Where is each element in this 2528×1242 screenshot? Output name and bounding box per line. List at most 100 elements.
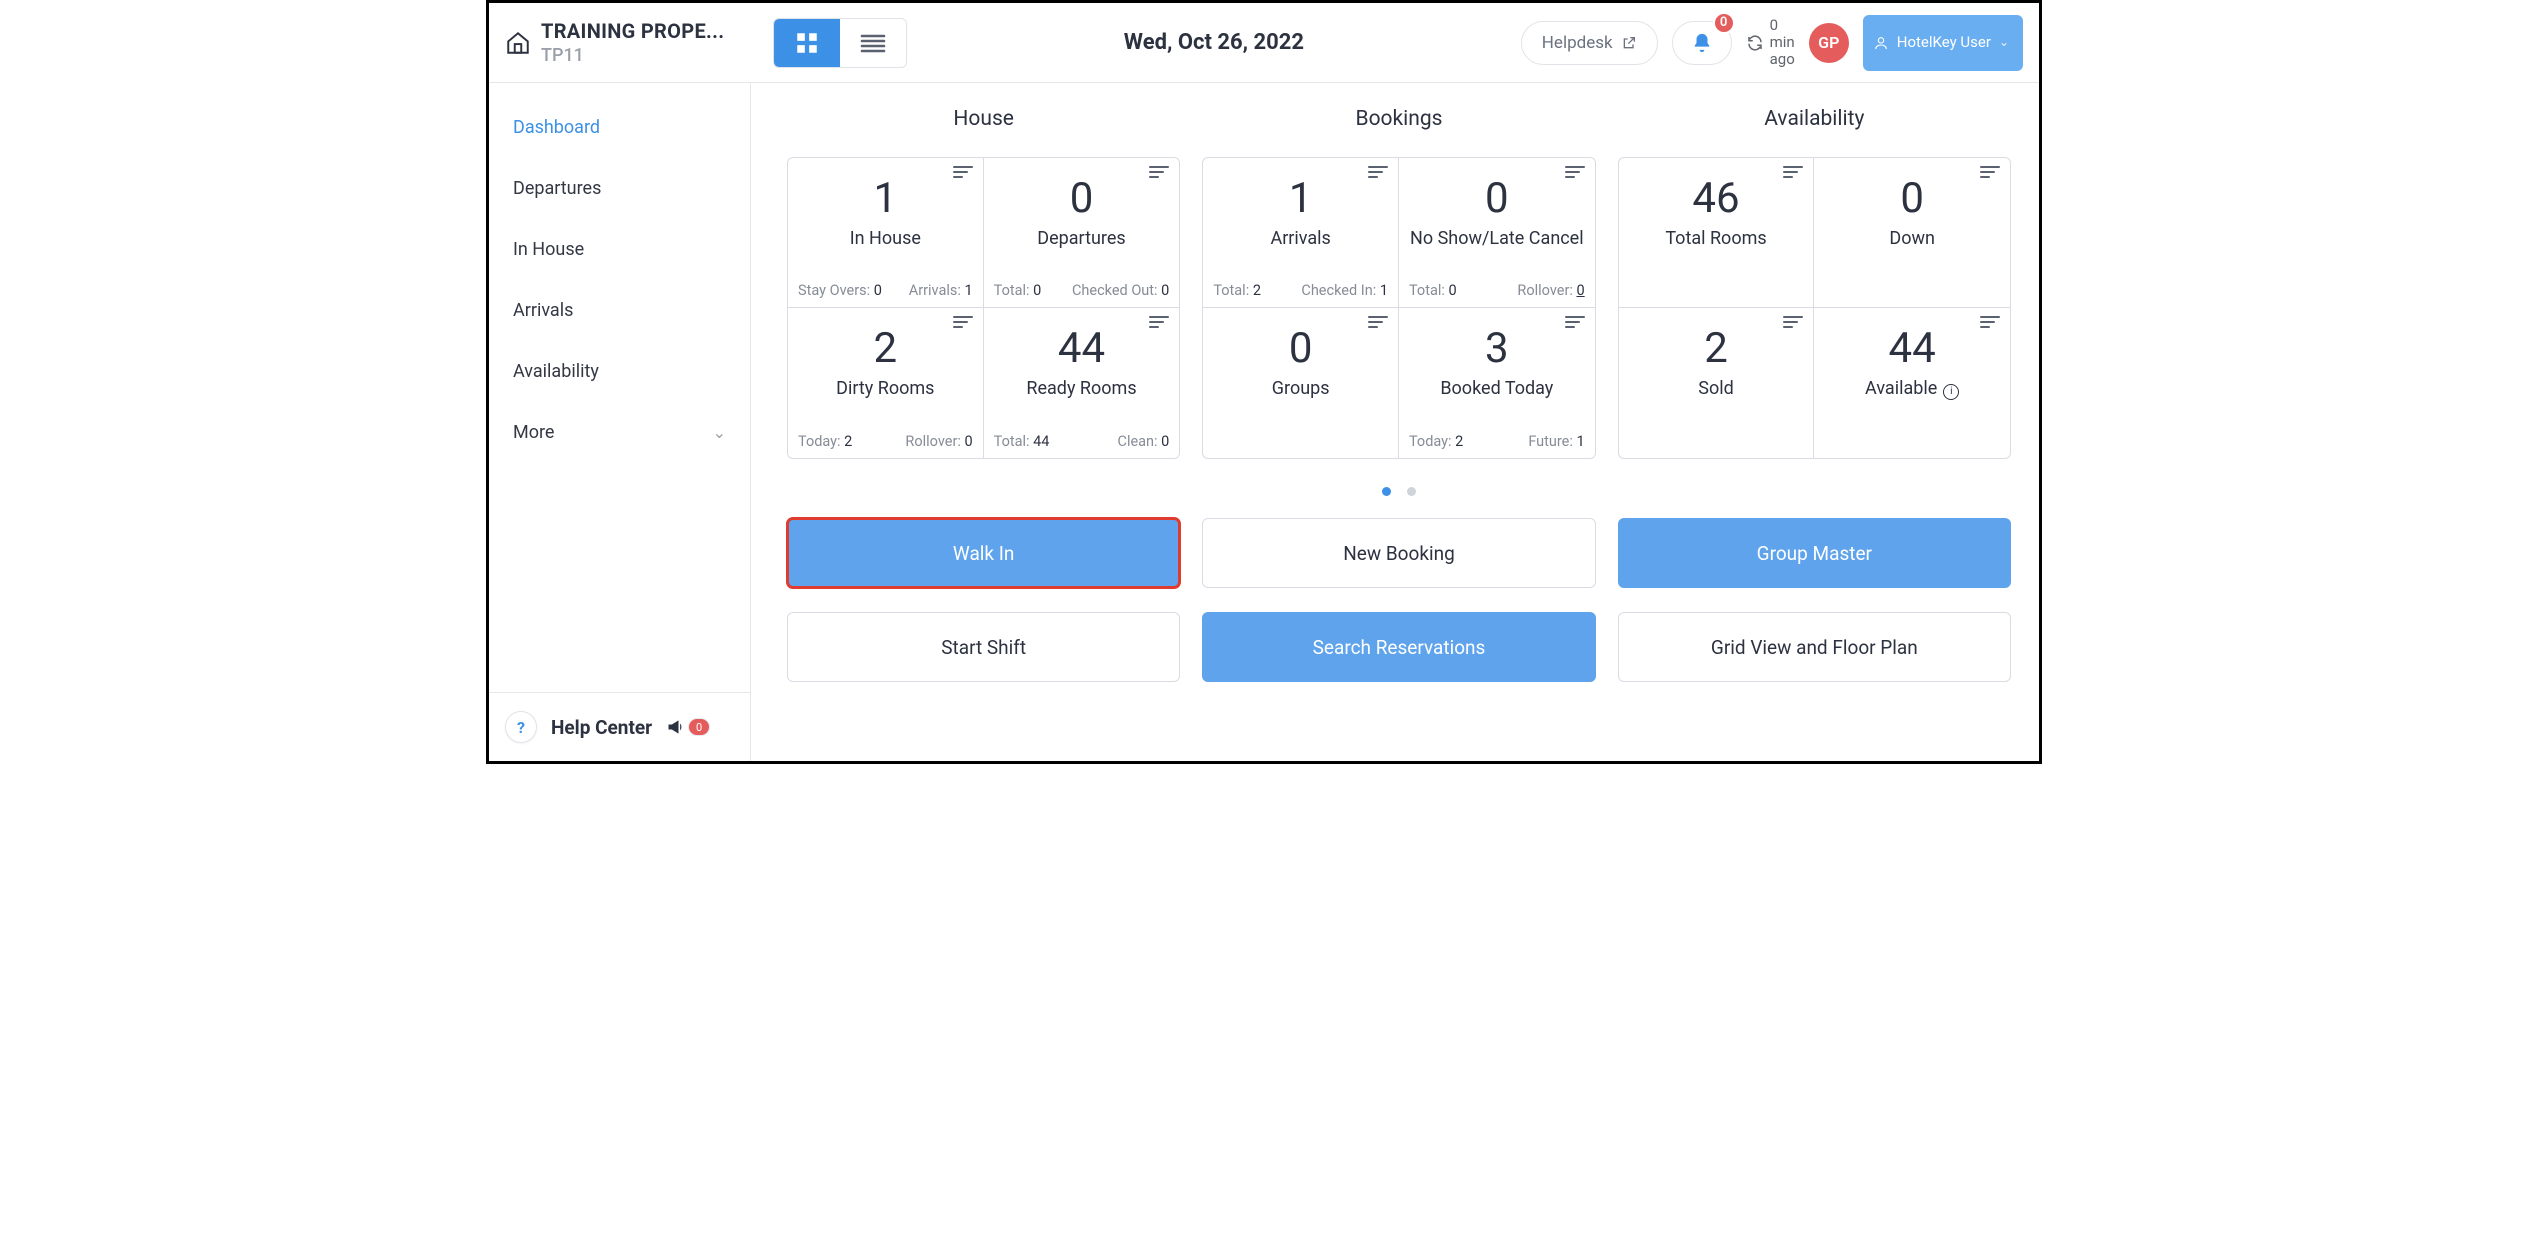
card-down[interactable]: 0 Down: [1814, 158, 2010, 308]
sidebar-item-departures[interactable]: Departures: [489, 158, 750, 219]
card-ready-rooms[interactable]: 44 Ready Rooms Total: 44Clean: 0: [984, 308, 1180, 458]
sync-unit: min: [1770, 33, 1795, 51]
sidebar-item-availability[interactable]: Availability: [489, 341, 750, 402]
user-menu[interactable]: HotelKey User ⌄: [1863, 15, 2023, 71]
card-available[interactable]: 44 Availablei: [1814, 308, 2010, 458]
card-value: 2: [1704, 324, 1728, 373]
card-label: Groups: [1272, 379, 1330, 400]
helpdesk-button[interactable]: Helpdesk: [1521, 21, 1658, 65]
card-arrivals[interactable]: 1 Arrivals Total: 2Checked In: 1: [1203, 158, 1399, 308]
sub-label: Today:: [798, 433, 841, 450]
sub-label: Today:: [1409, 433, 1452, 450]
dot-2[interactable]: [1407, 487, 1416, 496]
section-head-house: House: [787, 107, 1180, 131]
card-label: Sold: [1698, 379, 1733, 400]
sort-icon[interactable]: [1783, 166, 1803, 178]
sidebar-item-label: Availability: [513, 361, 599, 382]
section-head-availability: Availability: [1618, 107, 2011, 131]
help-center[interactable]: ? Help Center 0: [489, 692, 750, 761]
sub-label: Clean:: [1118, 433, 1158, 450]
sort-icon[interactable]: [953, 316, 973, 328]
sort-icon[interactable]: [1783, 316, 1803, 328]
view-toggle: [773, 18, 907, 68]
card-value: 0: [1070, 174, 1094, 223]
sub-value: 1: [1577, 433, 1585, 450]
card-sold[interactable]: 2 Sold: [1619, 308, 1815, 458]
sidebar-item-label: Departures: [513, 178, 601, 199]
chevron-down-icon: ⌄: [713, 423, 726, 442]
sidebar-item-more[interactable]: More⌄: [489, 402, 750, 463]
sync-ago: ago: [1770, 50, 1795, 68]
bookings-group: 1 Arrivals Total: 2Checked In: 1 0 No Sh…: [1202, 157, 1595, 459]
sub-label: Future:: [1528, 433, 1573, 450]
sidebar-item-in-house[interactable]: In House: [489, 219, 750, 280]
sidebar-item-label: Dashboard: [513, 117, 600, 138]
sort-icon[interactable]: [1368, 316, 1388, 328]
card-label: Available i: [1865, 379, 1959, 400]
info-icon[interactable]: i: [1943, 384, 1959, 400]
group-master-button[interactable]: Group Master: [1618, 518, 2011, 588]
sort-icon[interactable]: [1980, 166, 2000, 178]
card-departures[interactable]: 0 Departures Total: 0Checked Out: 0: [984, 158, 1180, 308]
property-code: TP11: [541, 45, 724, 66]
sub-label: Total:: [994, 282, 1030, 299]
bell-icon: [1691, 32, 1713, 54]
dot-1[interactable]: [1382, 487, 1391, 496]
sub-value: 2: [1253, 282, 1261, 299]
avatar[interactable]: GP: [1809, 23, 1849, 63]
section-head-bookings: Bookings: [1202, 107, 1595, 131]
grid-view-button[interactable]: [774, 19, 840, 67]
sub-value: 2: [1455, 433, 1463, 450]
new-booking-button[interactable]: New Booking: [1202, 518, 1595, 588]
card-label: Arrivals: [1270, 229, 1330, 250]
card-label-text: Available: [1865, 378, 1937, 399]
walk-in-button[interactable]: Walk In: [787, 518, 1180, 588]
card-value: 0: [1900, 174, 1924, 223]
card-value: 3: [1485, 324, 1509, 373]
sort-icon[interactable]: [1565, 166, 1585, 178]
sort-icon[interactable]: [1149, 166, 1169, 178]
card-groups[interactable]: 0 Groups: [1203, 308, 1399, 458]
sub-value: 0: [1577, 282, 1585, 299]
start-shift-button[interactable]: Start Shift: [787, 612, 1180, 682]
sub-label: Arrivals:: [909, 282, 961, 299]
property-name: TRAINING PROPE...: [541, 19, 724, 43]
card-noshow[interactable]: 0 No Show/Late Cancel Total: 0Rollover: …: [1399, 158, 1595, 308]
sort-icon[interactable]: [953, 166, 973, 178]
card-label: Ready Rooms: [1026, 379, 1136, 400]
sort-icon[interactable]: [1368, 166, 1388, 178]
card-in-house[interactable]: 1 In House Stay Overs: 0Arrivals: 1: [788, 158, 984, 308]
card-label: Down: [1889, 229, 1935, 250]
sort-icon[interactable]: [1980, 316, 2000, 328]
sort-icon[interactable]: [1565, 316, 1585, 328]
search-reservations-button[interactable]: Search Reservations: [1202, 612, 1595, 682]
user-icon: [1873, 35, 1889, 51]
sub-value: 0: [1448, 282, 1456, 299]
help-center-label: Help Center: [551, 716, 652, 739]
house-group: 1 In House Stay Overs: 0Arrivals: 1 0 De…: [787, 157, 1180, 459]
sync-icon: [1746, 34, 1764, 52]
sub-value: 0: [874, 282, 882, 299]
sidebar-item-arrivals[interactable]: Arrivals: [489, 280, 750, 341]
home-icon[interactable]: [505, 30, 531, 56]
megaphone-icon: 0: [666, 718, 710, 736]
sub-value: 0: [965, 433, 973, 450]
card-label: Booked Today: [1440, 379, 1553, 400]
sidebar-item-dashboard[interactable]: Dashboard: [489, 97, 750, 158]
sub-value: 0: [1161, 433, 1169, 450]
carousel-dots[interactable]: [787, 481, 2011, 500]
card-value: 1: [874, 174, 898, 223]
sync-status[interactable]: 0 min ago: [1746, 17, 1795, 69]
card-label: Dirty Rooms: [836, 379, 934, 400]
card-booked-today[interactable]: 3 Booked Today Today: 2 Future: 1: [1399, 308, 1595, 458]
sub-value: 0: [1161, 282, 1169, 299]
card-dirty-rooms[interactable]: 2 Dirty Rooms Today: 2Rollover: 0: [788, 308, 984, 458]
sub-value: 2: [844, 433, 852, 450]
card-total-rooms[interactable]: 46 Total Rooms: [1619, 158, 1815, 308]
notifications-button[interactable]: 0: [1672, 21, 1732, 65]
sort-icon[interactable]: [1149, 316, 1169, 328]
sync-value: 0: [1770, 16, 1778, 34]
list-view-button[interactable]: [840, 19, 906, 67]
grid-floor-button[interactable]: Grid View and Floor Plan: [1618, 612, 2011, 682]
sub-label: Rollover:: [1517, 282, 1572, 299]
